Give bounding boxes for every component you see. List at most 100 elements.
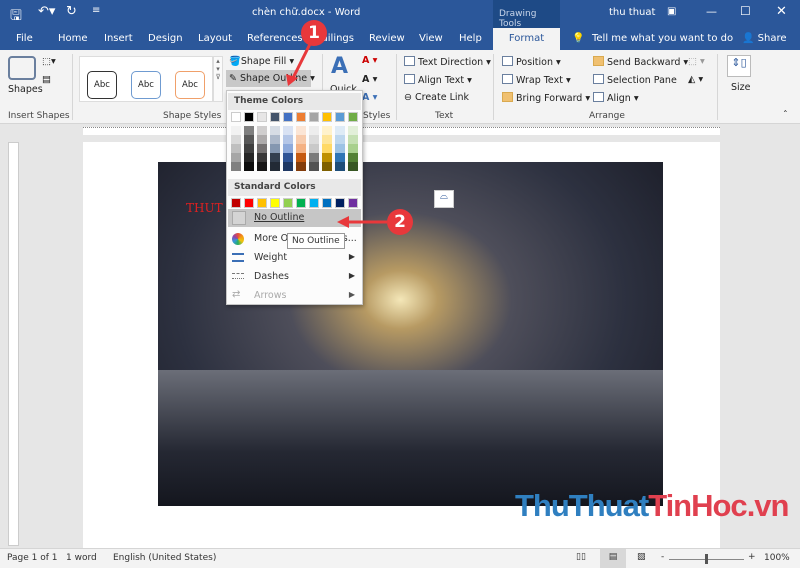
customize-qat-icon[interactable]: ≡ <box>92 5 100 16</box>
theme-shade-swatch[interactable] <box>335 162 345 171</box>
theme-color-swatch[interactable] <box>257 112 267 122</box>
zoom-level[interactable]: 100% <box>764 553 790 563</box>
theme-shade-swatch[interactable] <box>335 135 345 144</box>
standard-color-swatch[interactable] <box>348 198 358 208</box>
page-count[interactable]: Page 1 of 1 <box>7 553 58 563</box>
create-link-button[interactable]: ⊖ Create Link <box>404 92 469 103</box>
red-text-box[interactable]: THUT <box>186 201 223 215</box>
tab-format[interactable]: Format <box>493 28 560 50</box>
theme-shade-swatch[interactable] <box>283 144 293 153</box>
selection-pane-button[interactable]: Selection Pane <box>593 74 677 86</box>
theme-shade-swatch[interactable] <box>231 162 241 171</box>
standard-color-swatch[interactable] <box>309 198 319 208</box>
theme-shade-swatch[interactable] <box>348 135 358 144</box>
theme-shade-swatch[interactable] <box>244 126 254 135</box>
theme-shade-swatch[interactable] <box>335 144 345 153</box>
theme-shade-swatch[interactable] <box>309 126 319 135</box>
text-box-icon[interactable]: ▤ <box>42 74 51 85</box>
text-fill-icon[interactable]: A ▾ <box>362 55 377 66</box>
group-objects-icon[interactable]: ⬚ ▾ <box>688 56 705 67</box>
theme-shade-swatch[interactable] <box>270 162 280 171</box>
send-backward-button[interactable]: Send Backward ▾ <box>593 56 688 68</box>
theme-shade-swatch[interactable] <box>270 135 280 144</box>
theme-shade-swatch[interactable] <box>231 153 241 162</box>
theme-shade-swatch[interactable] <box>283 126 293 135</box>
edit-shape-icon[interactable]: ⬚▾ <box>42 56 56 67</box>
horizontal-ruler[interactable] <box>0 124 800 138</box>
theme-shade-swatch[interactable] <box>348 144 358 153</box>
tell-me-search[interactable]: Tell me what you want to do <box>592 33 733 44</box>
theme-color-swatch[interactable] <box>322 112 332 122</box>
theme-shade-swatch[interactable] <box>283 162 293 171</box>
theme-shade-swatch[interactable] <box>257 153 267 162</box>
bring-forward-button[interactable]: Bring Forward ▾ <box>502 92 590 104</box>
user-name[interactable]: thu thuat <box>609 7 655 18</box>
theme-color-swatch[interactable] <box>244 112 254 122</box>
web-layout-icon[interactable]: ▧ <box>637 552 646 562</box>
theme-shade-swatch[interactable] <box>296 162 306 171</box>
theme-shade-swatch[interactable] <box>309 135 319 144</box>
redo-icon[interactable]: ↻ <box>66 4 77 19</box>
word-count[interactable]: 1 word <box>66 553 97 563</box>
theme-shade-swatch[interactable] <box>257 135 267 144</box>
theme-shade-swatch[interactable] <box>257 126 267 135</box>
theme-color-swatch[interactable] <box>348 112 358 122</box>
standard-color-swatch[interactable] <box>322 198 332 208</box>
theme-color-swatch[interactable] <box>309 112 319 122</box>
quick-styles-icon[interactable]: A <box>331 54 348 79</box>
undo-icon[interactable]: ↶▾ <box>38 4 55 19</box>
shapes-button[interactable]: Shapes <box>8 84 43 95</box>
theme-shade-swatch[interactable] <box>231 135 241 144</box>
theme-shade-swatch[interactable] <box>296 153 306 162</box>
tab-home[interactable]: Home <box>58 33 88 44</box>
text-outline-icon[interactable]: A ▾ <box>362 74 377 85</box>
share-button[interactable]: 👤 Share <box>742 33 787 44</box>
standard-color-swatch[interactable] <box>244 198 254 208</box>
theme-shade-swatch[interactable] <box>322 144 332 153</box>
rotate-icon[interactable]: ◭ ▾ <box>688 74 703 85</box>
theme-shade-swatch[interactable] <box>348 126 358 135</box>
align-button[interactable]: Align ▾ <box>593 92 639 104</box>
tab-help[interactable]: Help <box>459 33 482 44</box>
theme-shade-swatch[interactable] <box>322 126 332 135</box>
zoom-slider-thumb[interactable] <box>705 554 708 564</box>
theme-color-swatch[interactable] <box>335 112 345 122</box>
minimize-icon[interactable]: — <box>706 5 717 18</box>
theme-shade-swatch[interactable] <box>309 162 319 171</box>
theme-shade-swatch[interactable] <box>348 153 358 162</box>
theme-shade-swatch[interactable] <box>231 144 241 153</box>
theme-shade-swatch[interactable] <box>283 135 293 144</box>
theme-shade-swatch[interactable] <box>257 162 267 171</box>
theme-shade-swatch[interactable] <box>335 126 345 135</box>
read-mode-icon[interactable]: ▯▯ <box>576 552 586 562</box>
style-black[interactable]: Abc <box>87 71 117 99</box>
standard-color-swatch[interactable] <box>270 198 280 208</box>
theme-color-swatch[interactable] <box>231 112 241 122</box>
theme-shade-swatch[interactable] <box>244 135 254 144</box>
theme-color-swatch[interactable] <box>283 112 293 122</box>
standard-color-swatch[interactable] <box>335 198 345 208</box>
tab-layout[interactable]: Layout <box>198 33 232 44</box>
zoom-in-button[interactable]: + <box>748 552 756 562</box>
arrows-item[interactable]: ⇄ Arrows ▶ <box>228 287 361 305</box>
maximize-icon[interactable]: ☐ <box>740 4 751 18</box>
theme-shade-swatch[interactable] <box>322 135 332 144</box>
weight-item[interactable]: Weight ▶ <box>228 249 361 267</box>
collapse-ribbon-icon[interactable]: ˆ <box>783 110 788 121</box>
style-orange[interactable]: Abc <box>175 71 205 99</box>
tab-view[interactable]: View <box>419 33 443 44</box>
theme-shade-swatch[interactable] <box>309 144 319 153</box>
theme-shade-swatch[interactable] <box>231 126 241 135</box>
theme-shade-swatch[interactable] <box>270 144 280 153</box>
theme-shade-swatch[interactable] <box>322 162 332 171</box>
theme-shade-swatch[interactable] <box>322 153 332 162</box>
standard-color-swatch[interactable] <box>296 198 306 208</box>
layout-options-icon[interactable]: ⌓ <box>434 190 454 208</box>
theme-shade-swatch[interactable] <box>270 126 280 135</box>
align-text-button[interactable]: Align Text ▾ <box>404 74 472 86</box>
text-effects-icon[interactable]: A ▾ <box>362 92 377 103</box>
theme-shade-swatch[interactable] <box>309 153 319 162</box>
theme-shade-swatch[interactable] <box>296 126 306 135</box>
theme-shade-swatch[interactable] <box>283 153 293 162</box>
size-button[interactable]: Size <box>731 82 751 93</box>
